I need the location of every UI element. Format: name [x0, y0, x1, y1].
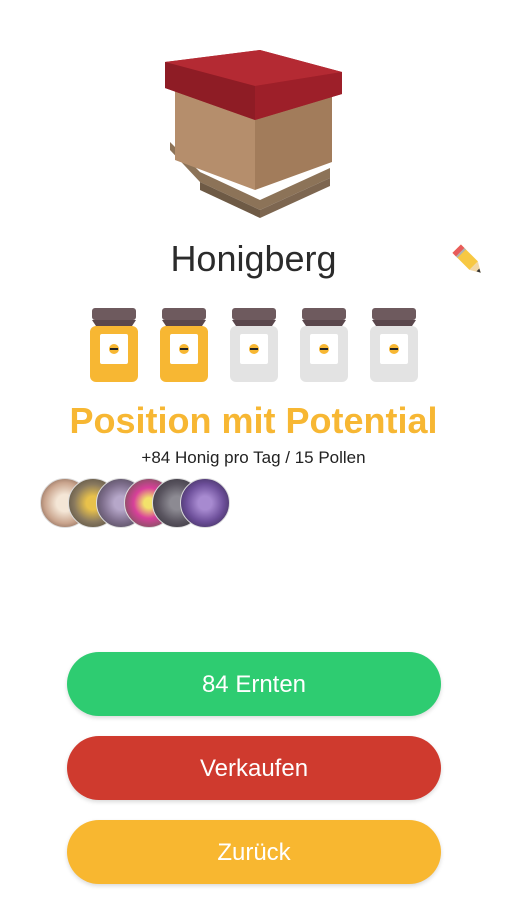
position-title: Position mit Potential [69, 400, 438, 441]
empty-jar-icon [230, 308, 278, 382]
harvest-button[interactable]: 84 Ernten [67, 652, 441, 716]
honey-jar-rating [0, 308, 507, 384]
flower-purple-lavender-icon [180, 478, 230, 528]
back-button[interactable]: Zurück [67, 820, 441, 884]
yield-subtitle: +84 Honig pro Tag / 15 Pollen [141, 448, 366, 467]
hive-name: Honigberg [170, 238, 337, 279]
honey-jar-icon [90, 308, 138, 382]
honey-jar-icon [160, 308, 208, 382]
sell-button[interactable]: Verkaufen [67, 736, 441, 800]
pencil-icon[interactable] [448, 240, 488, 280]
flower-list [40, 478, 240, 528]
beehive-image [165, 50, 342, 218]
empty-jar-icon [370, 308, 418, 382]
empty-jar-icon [300, 308, 348, 382]
